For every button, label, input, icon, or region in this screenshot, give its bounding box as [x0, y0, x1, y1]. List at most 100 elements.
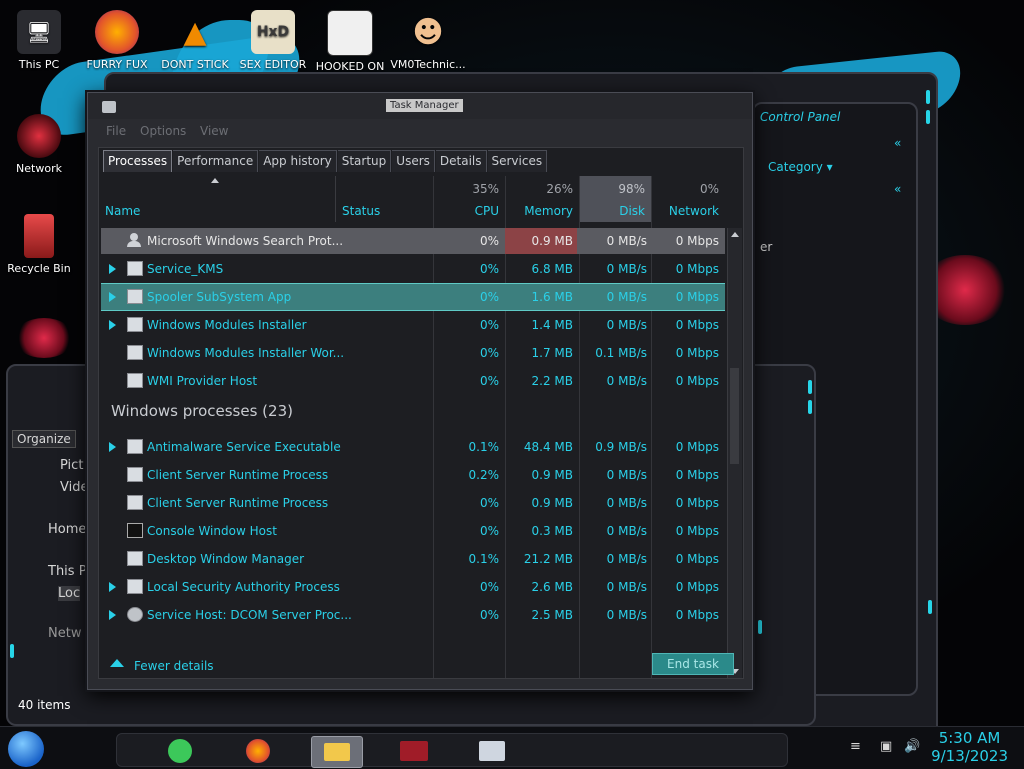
table-row[interactable]: Service Host: DCOM Server Proc... 0% 2.5… [101, 602, 725, 628]
process-cpu: 0% [479, 496, 499, 510]
menu-view[interactable]: View [200, 124, 228, 138]
process-cpu: 0% [479, 608, 499, 622]
window-title: Task Manager [386, 99, 463, 112]
tab-details[interactable]: Details [435, 150, 487, 172]
console-icon [127, 523, 143, 538]
table-row[interactable]: WMI Provider Host 0% 2.2 MB 0 MB/s 0 Mbp… [101, 368, 725, 394]
table-row[interactable]: Local Security Authority Process 0% 2.6 … [101, 574, 725, 600]
table-row[interactable]: Console Window Host 0% 0.3 MB 0 MB/s 0 M… [101, 518, 725, 544]
column-header-disk[interactable]: 98% Disk [579, 176, 651, 222]
chevron-up-icon[interactable] [110, 659, 124, 667]
fewer-details-button[interactable]: Fewer details [134, 659, 214, 673]
scroll-thumb[interactable] [730, 368, 739, 464]
tab-processes[interactable]: Processes [103, 150, 173, 172]
window-app-icon [127, 579, 143, 594]
network-icon[interactable]: ▣ [880, 739, 892, 754]
window-app-icon [127, 495, 143, 510]
start-button[interactable] [8, 731, 44, 767]
process-memory: 2.2 MB [531, 374, 573, 388]
menu-options[interactable]: Options [140, 124, 186, 138]
group-header-windows-processes[interactable]: Windows processes (23) [111, 402, 293, 420]
app-icon[interactable] [389, 736, 439, 766]
printer-icon [127, 289, 143, 304]
process-memory: 0.9 MB [531, 234, 573, 248]
expand-arrow-icon[interactable] [109, 264, 116, 274]
nav-item-this-pc[interactable]: This P [48, 564, 87, 579]
process-disk: 0 MB/s [606, 580, 647, 594]
nav-item-network[interactable]: Netw [48, 626, 81, 641]
tab-startup[interactable]: Startup [337, 150, 392, 172]
desktop-icon-this-pc[interactable]: 🖥 This PC [1, 10, 77, 71]
notes-app-icon[interactable] [155, 736, 205, 766]
table-row[interactable]: Service_KMS 0% 6.8 MB 0 MB/s 0 Mbps [101, 256, 725, 282]
nav-item-pictures[interactable]: Pict [60, 458, 83, 473]
file-explorer-icon[interactable] [311, 736, 363, 768]
desktop-icon-vm0technic[interactable]: ☻ VM0Technic... [390, 10, 466, 72]
process-cpu: 0.1% [468, 440, 500, 454]
frame-accent [926, 110, 930, 124]
process-network: 0 Mbps [675, 318, 719, 332]
table-row[interactable]: Windows Modules Installer Wor... 0% 1.7 … [101, 340, 725, 366]
expand-arrow-icon[interactable] [109, 320, 116, 330]
tab-services[interactable]: Services [487, 150, 548, 172]
process-disk: 0 MB/s [606, 318, 647, 332]
chevron-left-icon[interactable]: « [894, 136, 901, 150]
nav-item-videos[interactable]: Vide [60, 480, 88, 495]
task-manager-titlebar[interactable]: Task Manager [88, 93, 752, 119]
vertical-scrollbar[interactable] [727, 228, 742, 678]
column-header-status[interactable]: Status [335, 176, 434, 222]
chevron-left-icon[interactable]: « [894, 182, 901, 196]
column-header-network[interactable]: 0% Network [651, 176, 725, 222]
task-manager-icon[interactable] [467, 736, 517, 766]
desktop-icon-dont-stick[interactable]: ▲ DONT STICK [157, 10, 233, 72]
firefox-icon[interactable] [233, 736, 283, 766]
column-header-memory[interactable]: 26% Memory [505, 176, 579, 222]
expand-arrow-icon[interactable] [109, 582, 116, 592]
process-name: Spooler SubSystem App [147, 290, 292, 304]
expand-arrow-icon[interactable] [109, 442, 116, 452]
expand-arrow-icon[interactable] [109, 610, 116, 620]
process-memory: 2.5 MB [531, 608, 573, 622]
table-row-selected[interactable]: Spooler SubSystem App 0% 1.6 MB 0 MB/s 0… [101, 283, 725, 311]
system-clock[interactable]: 5:30 AM 9/13/2023 [931, 729, 1008, 765]
table-row[interactable]: Client Server Runtime Process 0.2% 0.9 M… [101, 462, 725, 488]
table-row[interactable]: Microsoft Windows Search Prot... 0% 0.9 … [101, 228, 725, 254]
clock-time: 5:30 AM [938, 729, 1001, 747]
process-disk: 0 MB/s [606, 608, 647, 622]
process-cpu: 0.1% [468, 552, 500, 566]
tab-performance[interactable]: Performance [173, 150, 259, 172]
process-cpu: 0% [479, 374, 499, 388]
desktop-icon-hooked-on[interactable]: HOOKED ON [312, 10, 388, 73]
frame-accent [926, 90, 930, 104]
tab-app-history[interactable]: App history [259, 150, 337, 172]
notification-flag-icon[interactable]: ≡ [850, 739, 861, 754]
table-row[interactable]: Desktop Window Manager 0.1% 21.2 MB 0 MB… [101, 546, 725, 572]
task-manager-footer: Fewer details End task [88, 627, 752, 689]
process-memory: 48.4 MB [523, 440, 573, 454]
table-row[interactable]: Antimalware Service Executable 0.1% 48.4… [101, 434, 725, 460]
column-header-cpu[interactable]: 35% CPU [433, 176, 505, 222]
process-cpu: 0% [479, 262, 499, 276]
volume-icon[interactable]: 🔊 [904, 739, 920, 754]
desktop-icon-recycle-bin[interactable]: Recycle Bin [1, 214, 77, 275]
process-name: Local Security Authority Process [147, 580, 340, 594]
process-memory: 6.8 MB [531, 262, 573, 276]
desktop-icon-sex-editor[interactable]: HxD SEX EDITOR [235, 10, 311, 71]
desktop-icon-network[interactable]: Network [1, 114, 77, 175]
organize-button[interactable]: Organize [12, 430, 76, 448]
desktop-icon-furry-fux[interactable]: FURRY FUX [79, 10, 155, 71]
process-cpu: 0% [479, 346, 499, 360]
menu-file[interactable]: File [106, 124, 126, 138]
table-row[interactable]: Client Server Runtime Process 0% 0.9 MB … [101, 490, 725, 516]
table-row[interactable]: Windows Modules Installer 0% 1.4 MB 0 MB… [101, 312, 725, 338]
view-by-category-dropdown[interactable]: Category ▾ [768, 160, 833, 174]
nav-item-local-disk[interactable]: Loc [58, 586, 81, 601]
control-panel-address[interactable]: Control Panel [760, 110, 840, 124]
expand-arrow-icon[interactable] [109, 292, 116, 302]
nav-item-home[interactable]: Home [48, 522, 86, 537]
tab-users[interactable]: Users [392, 150, 435, 172]
process-network: 0 Mbps [675, 440, 719, 454]
end-task-button[interactable]: End task [652, 653, 734, 675]
scroll-up-arrow-icon[interactable] [731, 232, 739, 237]
column-header-name[interactable]: Name [101, 176, 335, 222]
